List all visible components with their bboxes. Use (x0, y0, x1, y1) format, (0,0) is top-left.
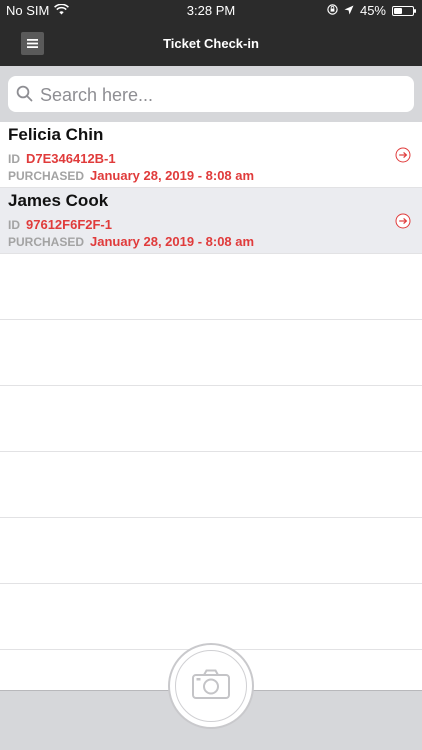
check-in-arrow-icon[interactable] (395, 147, 411, 168)
purchased-value: January 28, 2019 - 8:08 am (90, 234, 255, 249)
empty-row (0, 320, 422, 386)
status-right: 45% (327, 3, 416, 18)
search-icon (16, 85, 33, 107)
nav-bar: Ticket Check-in (0, 22, 422, 66)
empty-row (0, 254, 422, 320)
purchased-label: PURCHASED (8, 235, 85, 249)
search-input[interactable] (38, 76, 402, 114)
camera-button-ring (175, 650, 247, 722)
status-bar: No SIM 3:28 PM 45% (0, 0, 422, 22)
empty-row (0, 452, 422, 518)
id-value: 97612F6F2F-1 (26, 217, 112, 232)
id-label: ID (8, 152, 20, 166)
purchased-value: January 28, 2019 - 8:08 am (90, 168, 255, 183)
camera-icon (192, 669, 230, 704)
scan-camera-button[interactable] (168, 643, 254, 729)
attendee-row[interactable]: James Cook ID 97612F6F2F-1 PURCHASED Janua… (0, 188, 422, 254)
search-bar (0, 66, 422, 122)
page-title: Ticket Check-in (163, 36, 259, 51)
location-icon (344, 3, 354, 18)
battery-level (394, 7, 402, 14)
purchase-date: PURCHASED January 28, 2019 - 8:08 am (8, 234, 254, 249)
attendee-name: Felicia Chin (8, 125, 104, 144)
battery-percent: 45% (359, 3, 386, 18)
battery-icon (392, 5, 416, 16)
check-in-arrow-icon[interactable] (395, 213, 411, 234)
ticket-id: ID D7E346412B-1 (8, 151, 116, 166)
ticket-id: ID 97612F6F2F-1 (8, 217, 112, 232)
attendee-row[interactable]: Felicia Chin ID D7E346412B-1 PURCHASED Jan… (0, 122, 422, 188)
screen-lock-icon (327, 3, 338, 18)
id-value: D7E346412B-1 (26, 151, 116, 166)
empty-row (0, 584, 422, 650)
search-box[interactable] (8, 76, 414, 114)
attendee-list: Felicia Chin ID D7E346412B-1 PURCHASED Jan… (0, 122, 422, 650)
attendee-name: James Cook (8, 191, 109, 210)
empty-row (0, 386, 422, 452)
purchase-date: PURCHASED January 28, 2019 - 8:08 am (8, 168, 254, 183)
menu-button[interactable] (21, 32, 44, 55)
empty-row (0, 518, 422, 584)
purchased-label: PURCHASED (8, 169, 85, 183)
id-label: ID (8, 218, 20, 232)
hamburger-menu-icon (27, 35, 38, 53)
